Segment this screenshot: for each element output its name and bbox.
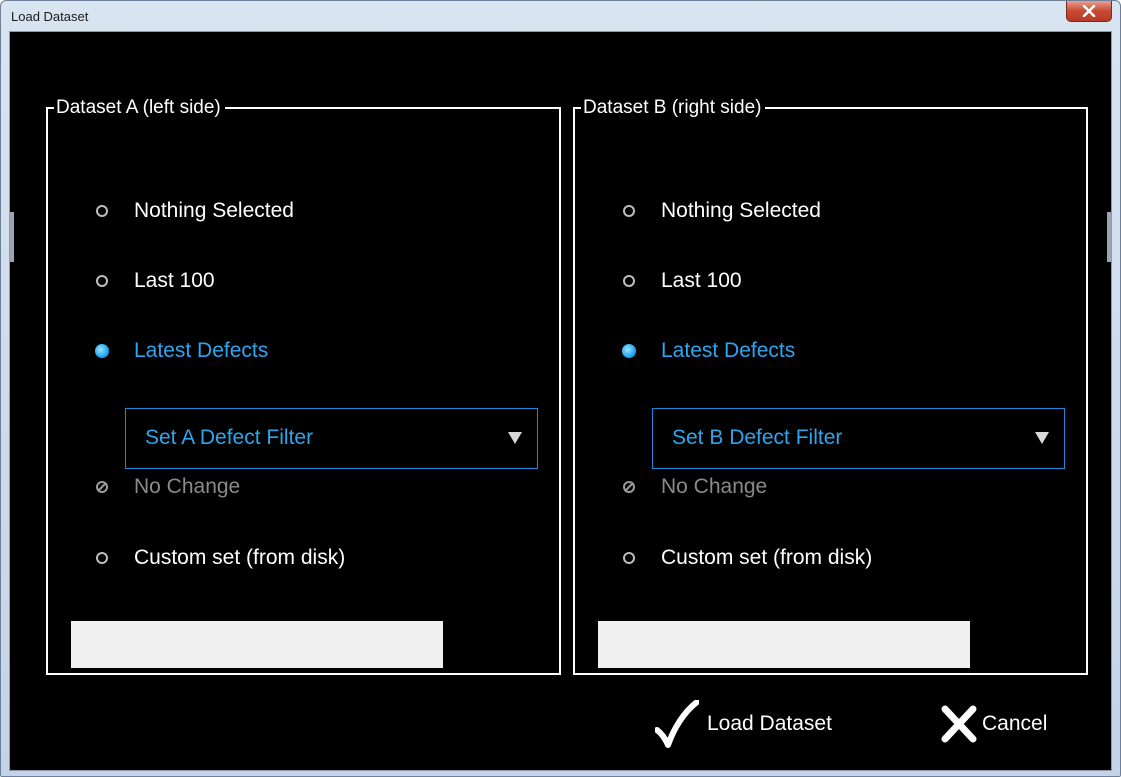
dataset-a-option-nothing-selected[interactable]: Nothing Selected [96, 196, 294, 226]
radio-checked-icon[interactable] [622, 344, 636, 358]
radio-checked-icon[interactable] [95, 344, 109, 358]
dataset-a-option-latest-defects[interactable]: Latest Defects [95, 336, 269, 366]
option-label: No Change [134, 475, 241, 498]
dataset-a-custom-path-field[interactable] [71, 621, 443, 668]
dataset-b-option-custom-set[interactable]: Custom set (from disk) [623, 543, 872, 573]
radio-unchecked-icon[interactable] [96, 205, 108, 217]
option-label: Nothing Selected [134, 199, 294, 222]
close-x-icon [1082, 5, 1096, 17]
dialog-body: Dataset A (left side) Nothing Selected L… [9, 31, 1112, 771]
window-title: Load Dataset [11, 9, 89, 24]
load-dataset-window: Load Dataset Dataset A (left side) Nothi… [0, 0, 1121, 777]
dataset-b-option-no-change[interactable]: No Change [623, 472, 767, 502]
radio-unchecked-icon[interactable] [623, 205, 635, 217]
option-label: Latest Defects [134, 339, 269, 362]
option-label: Last 100 [134, 269, 215, 292]
option-label: No Change [661, 475, 768, 498]
dataset-a-option-no-change[interactable]: No Change [96, 472, 240, 502]
window-close-button[interactable] [1066, 1, 1112, 22]
load-dataset-button[interactable]: Load Dataset [655, 699, 832, 749]
title-bar[interactable]: Load Dataset [1, 1, 1120, 31]
radio-unchecked-icon[interactable] [623, 275, 635, 287]
dataset-b-title: Dataset B (right side) [581, 96, 766, 120]
radio-unchecked-icon[interactable] [623, 552, 635, 564]
dataset-a-title: Dataset A (left side) [54, 96, 225, 120]
right-edge-handle [1107, 212, 1111, 262]
dataset-a-group: Dataset A (left side) Nothing Selected L… [46, 96, 561, 675]
option-label: Custom set (from disk) [661, 546, 873, 569]
dataset-a-option-custom-set[interactable]: Custom set (from disk) [96, 543, 345, 573]
radio-unchecked-icon[interactable] [96, 552, 108, 564]
close-x-icon [941, 705, 977, 743]
dropdown-selected-value: Set B Defect Filter [672, 426, 843, 449]
option-label: Custom set (from disk) [134, 546, 346, 569]
dataset-a-defect-filter-dropdown[interactable]: Set A Defect Filter [125, 408, 538, 469]
option-label: Last 100 [661, 269, 742, 292]
dataset-a-option-last-100[interactable]: Last 100 [96, 266, 215, 296]
left-edge-handle [10, 212, 14, 262]
dropdown-arrow-icon [1035, 432, 1049, 444]
dataset-b-option-latest-defects[interactable]: Latest Defects [622, 336, 796, 366]
cancel-button[interactable]: Cancel [940, 699, 1047, 749]
dropdown-selected-value: Set A Defect Filter [145, 426, 314, 449]
load-dataset-label: Load Dataset [707, 712, 832, 735]
dataset-b-group: Dataset B (right side) Nothing Selected … [573, 96, 1088, 675]
dataset-b-custom-path-field[interactable] [598, 621, 970, 668]
dataset-b-option-nothing-selected[interactable]: Nothing Selected [623, 196, 821, 226]
radio-disabled-icon [623, 481, 635, 493]
dropdown-arrow-icon [508, 432, 522, 444]
cancel-label: Cancel [982, 712, 1048, 735]
radio-unchecked-icon[interactable] [96, 275, 108, 287]
dataset-b-option-last-100[interactable]: Last 100 [623, 266, 742, 296]
option-label: Latest Defects [661, 339, 796, 362]
option-label: Nothing Selected [661, 199, 821, 222]
radio-disabled-icon [96, 481, 108, 493]
checkmark-icon [655, 700, 699, 748]
dataset-b-defect-filter-dropdown[interactable]: Set B Defect Filter [652, 408, 1065, 469]
